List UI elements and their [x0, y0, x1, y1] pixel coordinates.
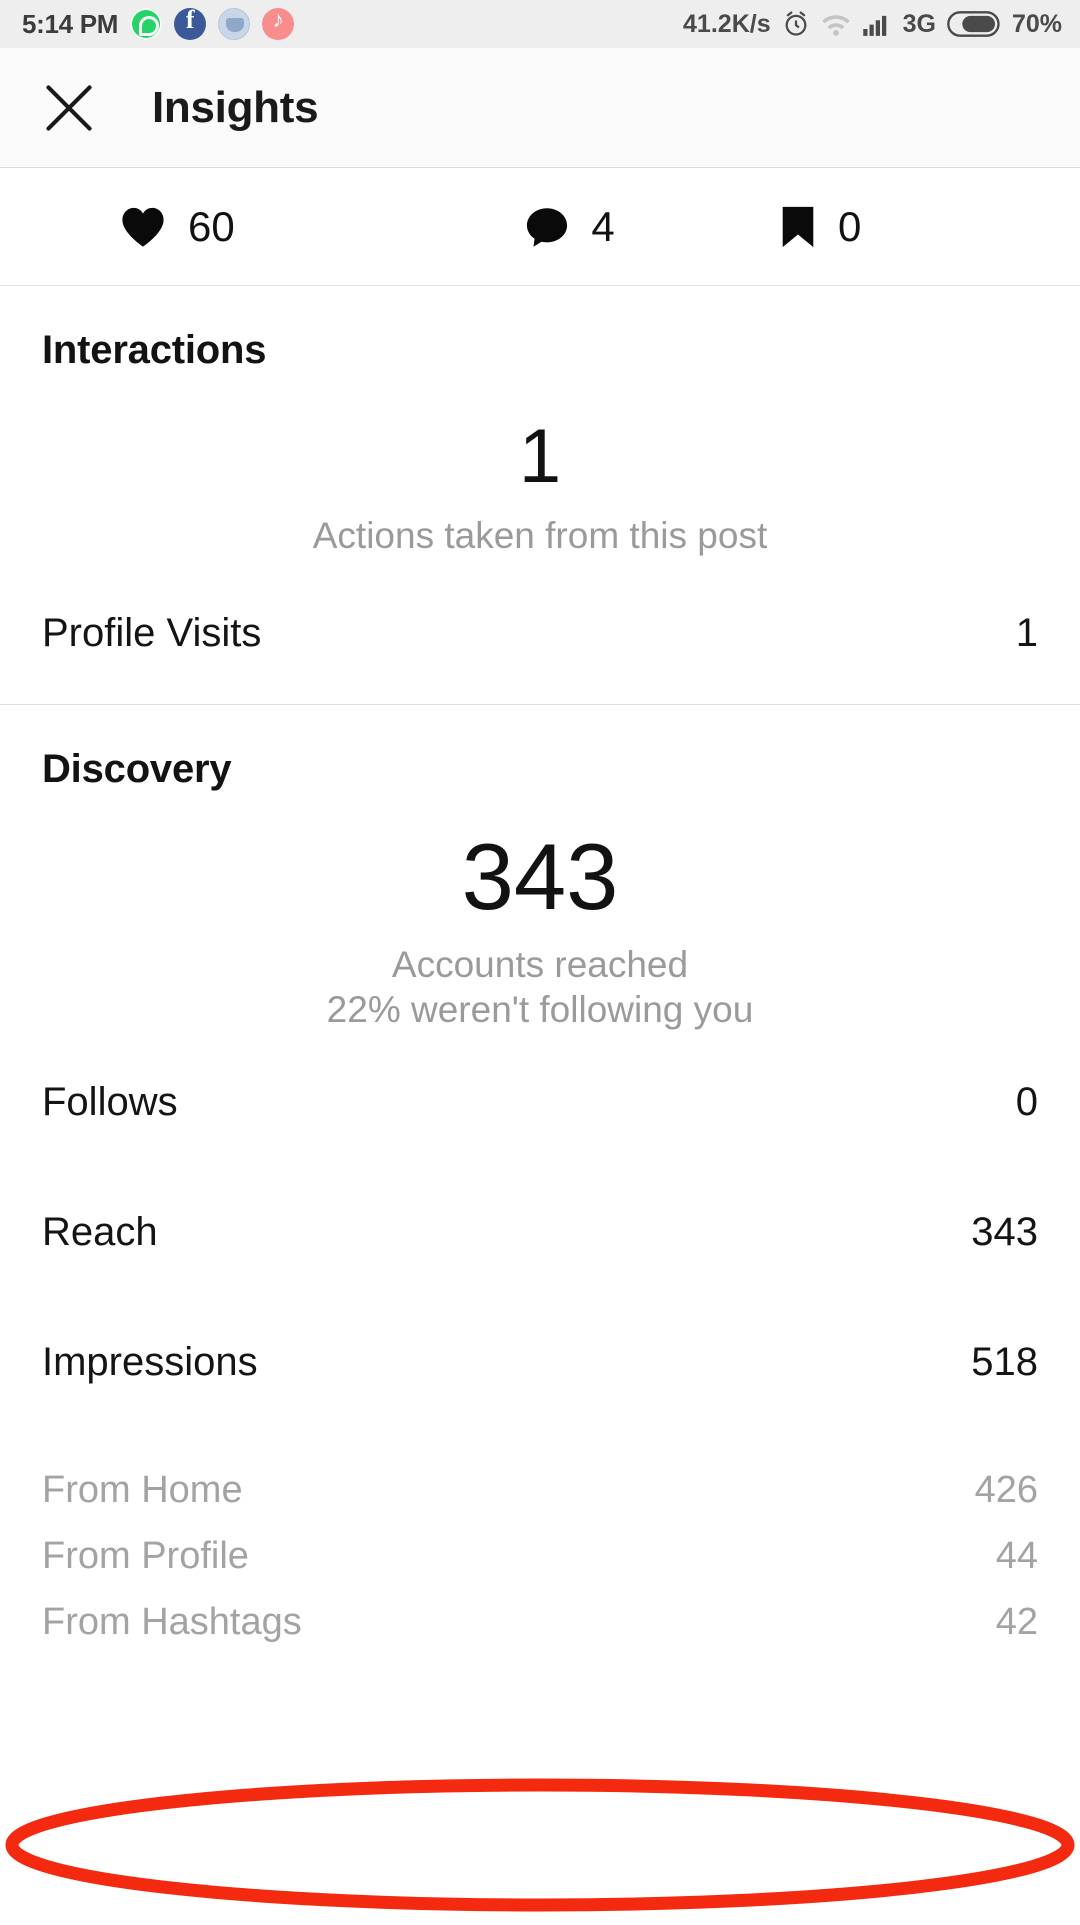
status-bar: 5:14 PM 41.2K/s — [0, 0, 1080, 48]
stat-value: 1 — [1015, 610, 1038, 655]
page-title: Insights — [152, 82, 319, 132]
discovery-hero-value: 343 — [461, 824, 619, 930]
interactions-hero-caption: Actions taken from this post — [312, 515, 768, 556]
facebook-icon — [174, 5, 207, 40]
discovery-rows: Follows 0 Reach 343 Impressions 518 From Home 4… — [42, 1032, 1038, 1650]
discovery-section: Discovery 343 Accounts reached 22% weren… — [0, 705, 1080, 1650]
discovery-hero: 343 Accounts reached 22% weren't followi… — [42, 792, 1038, 1032]
discovery-hero-caption: Accounts reached 22% weren't following y… — [42, 924, 1038, 1032]
interactions-rows: Profile Visits 1 — [42, 558, 1038, 704]
non-followers-label: 22% weren't following you — [326, 989, 754, 1031]
stat-value: 426 — [974, 1468, 1038, 1511]
comments-count: 4 — [591, 202, 615, 250]
stat-row-from-profile[interactable]: From Profile 44 — [42, 1528, 1038, 1584]
interactions-hero: 1 Actions taken from this post — [42, 373, 1038, 558]
stat-value: 0 — [1015, 1079, 1038, 1124]
accounts-reached-label: Accounts reached — [391, 944, 689, 986]
app-header: Insights — [0, 48, 1080, 168]
comments-stat[interactable]: 4 — [420, 203, 720, 251]
close-button[interactable] — [38, 77, 100, 139]
stat-label: From Profile — [42, 1534, 249, 1577]
status-time: 5:14 PM — [22, 8, 119, 39]
likes-count: 60 — [188, 202, 235, 250]
stat-label: From Home — [42, 1468, 243, 1511]
stat-row-reach[interactable]: Reach 343 — [42, 1202, 1038, 1262]
stat-value: 44 — [995, 1534, 1038, 1577]
stat-row-from-hashtags[interactable]: From Hashtags 42 — [42, 1594, 1038, 1650]
network-type: 3G — [902, 9, 936, 38]
interactions-section: Interactions 1 Actions taken from this p… — [0, 286, 1080, 704]
tiktok-icon — [262, 6, 295, 40]
interactions-hero-value: 1 — [518, 414, 562, 499]
alarm-clock-icon — [782, 10, 810, 38]
stat-row-impressions[interactable]: Impressions 518 — [42, 1332, 1038, 1392]
close-icon — [40, 79, 98, 137]
stat-value: 42 — [995, 1600, 1038, 1643]
whatsapp-icon — [130, 8, 163, 40]
stat-label: From Hashtags — [42, 1600, 302, 1643]
battery-icon — [947, 10, 1001, 38]
saves-stat[interactable]: 0 — [720, 203, 1080, 251]
stat-value: 343 — [971, 1209, 1038, 1254]
status-bar-left: 5:14 PM — [22, 5, 295, 40]
stat-label: Impressions — [42, 1339, 258, 1384]
ellipse-highlight-annotation — [0, 1770, 1080, 1920]
battery-percent: 70% — [1011, 9, 1062, 38]
wifi-icon — [821, 11, 851, 37]
stat-row-follows[interactable]: Follows 0 — [42, 1072, 1038, 1132]
discovery-title: Discovery — [42, 747, 232, 792]
engagement-summary-row: 60 4 0 — [0, 168, 1080, 286]
status-bar-right: 41.2K/s 3G 70% — [683, 10, 1062, 39]
stat-label: Reach — [42, 1209, 158, 1254]
heart-icon — [120, 206, 166, 248]
interactions-title: Interactions — [42, 328, 267, 372]
stat-row-from-home[interactable]: From Home 426 — [42, 1462, 1038, 1518]
likes-stat[interactable]: 60 — [0, 203, 420, 251]
cellular-signal-icon — [862, 11, 892, 37]
bookmark-icon — [780, 205, 816, 249]
saves-count: 0 — [838, 202, 862, 250]
blue-app-icon — [218, 8, 251, 40]
network-speed: 41.2K/s — [683, 9, 771, 38]
comment-icon — [525, 206, 569, 248]
stat-value: 518 — [971, 1339, 1038, 1384]
stat-label: Follows — [42, 1079, 178, 1124]
stat-row-profile-visits[interactable]: Profile Visits 1 — [42, 602, 1038, 664]
stat-label: Profile Visits — [42, 610, 262, 655]
